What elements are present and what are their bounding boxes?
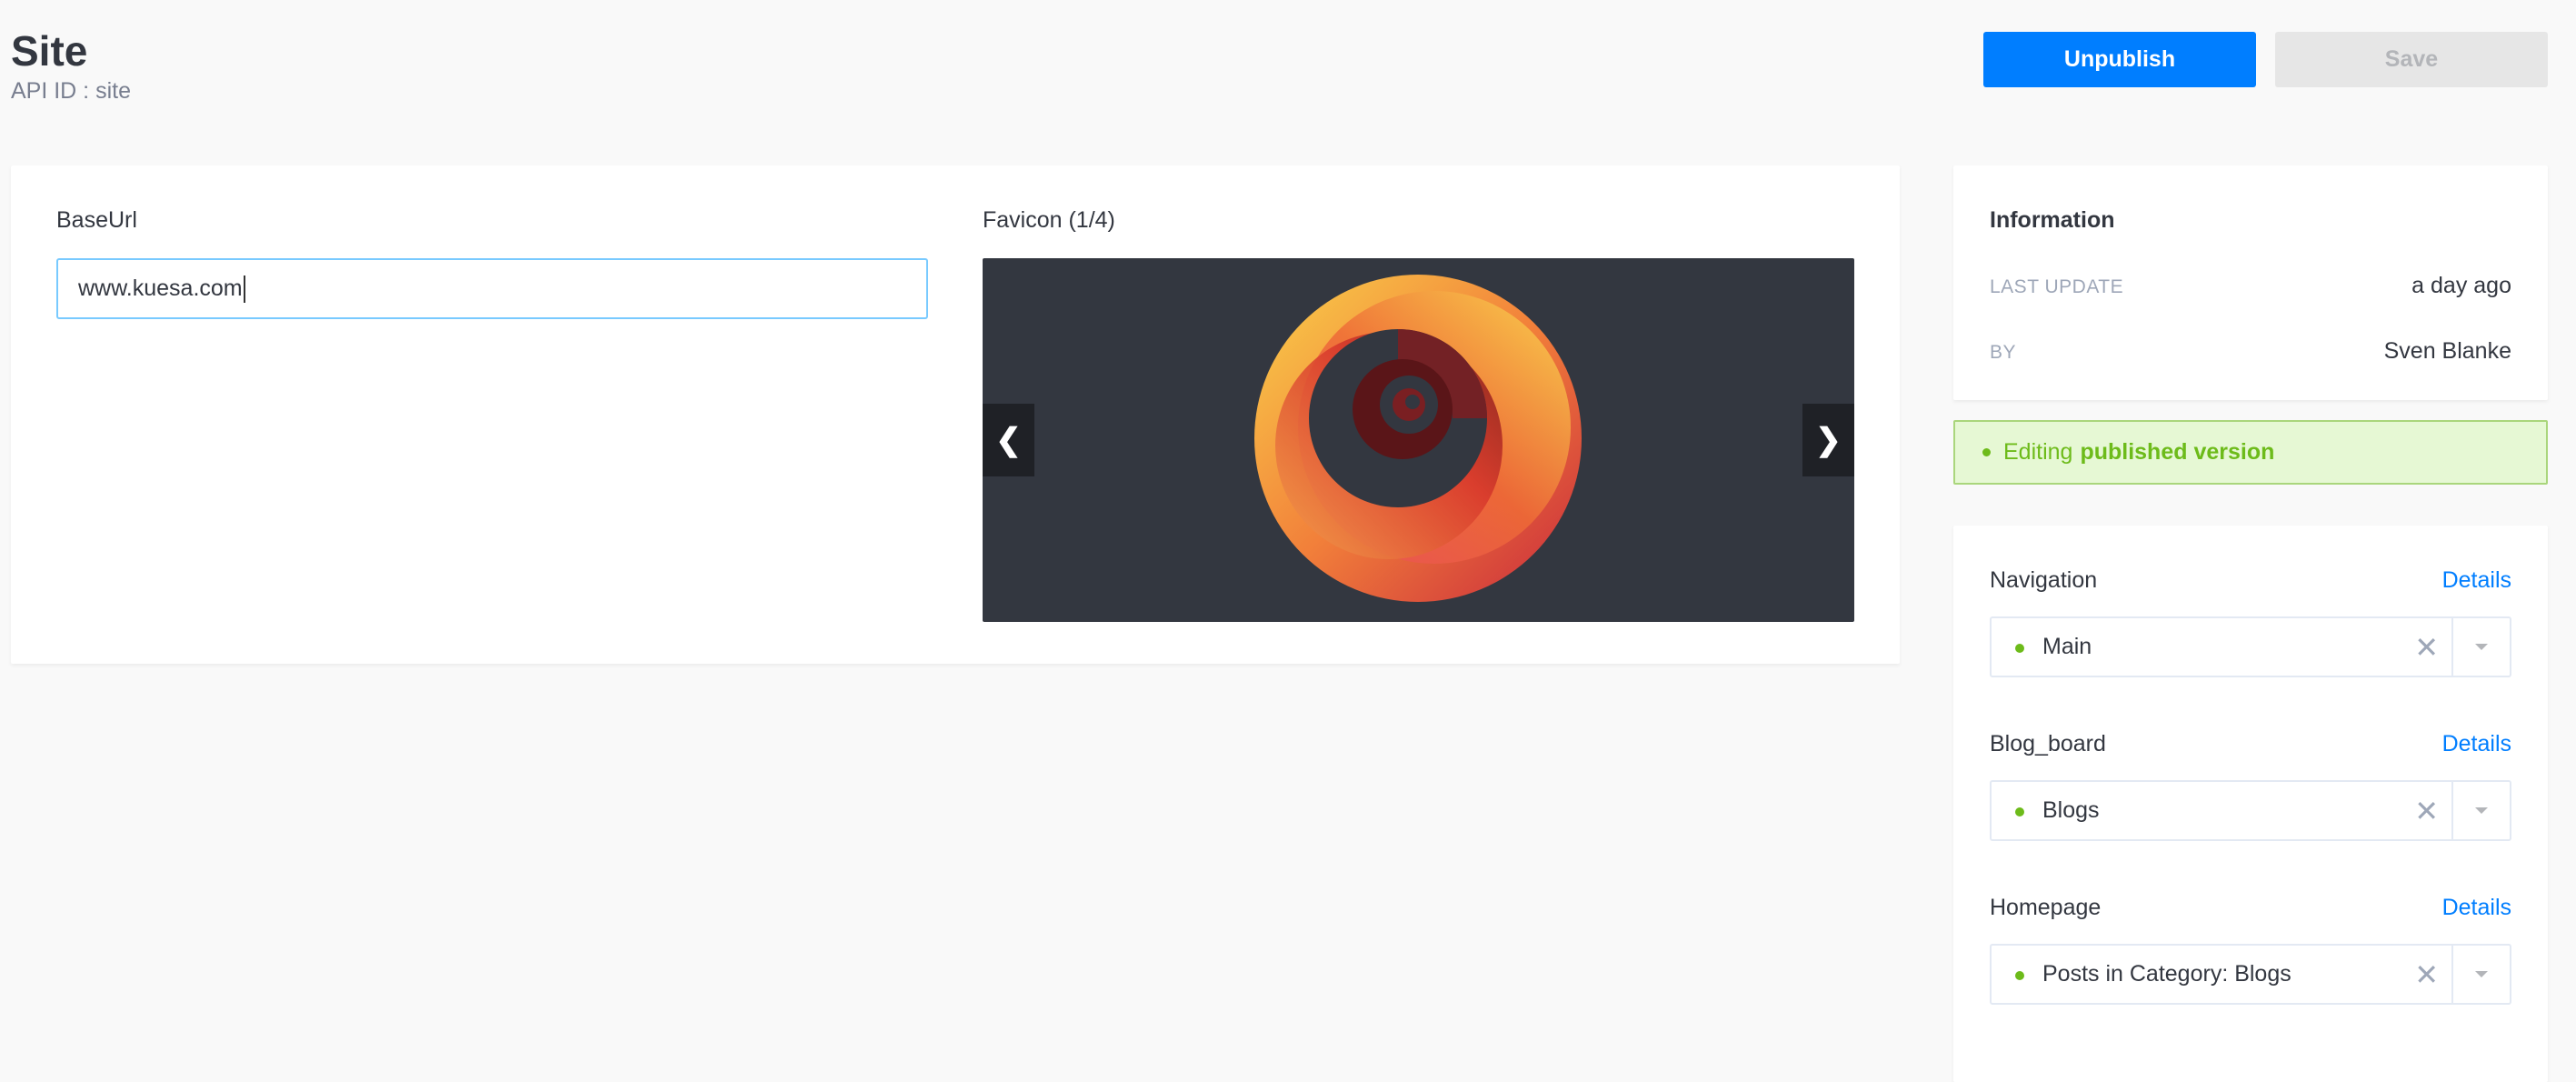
navigation-select-value: Main <box>2042 634 2092 659</box>
author-value: Sven Blanke <box>2383 338 2511 364</box>
content-form-card: BaseUrl www.kuesa.com Favicon (1/4) ❮ ❯ <box>11 165 1900 664</box>
status-highlight: published version <box>2080 439 2275 465</box>
baseurl-label: BaseUrl <box>56 207 137 233</box>
text-caret <box>243 275 245 303</box>
published-dot-icon <box>2015 644 2024 653</box>
published-dot-icon <box>2015 971 2024 980</box>
save-button[interactable]: Save <box>2275 32 2548 87</box>
relation-label-blog-board: Blog_board <box>1990 731 2106 756</box>
favicon-label: Favicon (1/4) <box>983 207 1115 233</box>
blog-board-details-link[interactable]: Details <box>2442 731 2511 757</box>
baseurl-value: www.kuesa.com <box>78 276 243 301</box>
clear-icon[interactable]: ✕ <box>2414 629 2439 666</box>
relation-label-navigation: Navigation <box>1990 567 2098 593</box>
author-label: BY <box>1990 342 2017 363</box>
status-dot-icon <box>1982 448 1991 456</box>
status-prefix: Editing <box>2003 439 2073 465</box>
homepage-select[interactable]: Posts in Category: Blogs ✕ <box>1990 944 2511 1005</box>
chevron-left-icon[interactable]: ❮ <box>983 404 1034 476</box>
homepage-select-value: Posts in Category: Blogs <box>2042 961 2291 987</box>
chevron-down-icon[interactable] <box>2453 782 2510 839</box>
favicon-viewer: ❮ ❯ <box>983 258 1854 622</box>
information-title: Information <box>1990 207 2115 233</box>
last-update-label: LAST UPDATE <box>1990 276 2124 297</box>
favicon-image <box>1254 275 1582 602</box>
relations-card: Navigation Details Main ✕ Blog_board Det… <box>1953 526 2548 1082</box>
chevron-right-icon[interactable]: ❯ <box>1802 404 1854 476</box>
page-header: Site API ID : site <box>11 25 131 105</box>
last-update-value: a day ago <box>2411 273 2511 298</box>
information-card: Information LAST UPDATE a day ago BY Sve… <box>1953 165 2548 400</box>
unpublish-button[interactable]: Unpublish <box>1983 32 2256 87</box>
page-title: Site <box>11 27 88 75</box>
clear-icon[interactable]: ✕ <box>2414 957 2439 993</box>
baseurl-input[interactable]: www.kuesa.com <box>56 258 928 319</box>
api-id: API ID : site <box>11 78 131 104</box>
homepage-details-link[interactable]: Details <box>2442 895 2511 921</box>
blog-board-select-value: Blogs <box>2042 797 2100 823</box>
navigation-details-link[interactable]: Details <box>2442 567 2511 594</box>
chevron-down-icon[interactable] <box>2453 618 2510 676</box>
chevron-down-icon[interactable] <box>2453 946 2510 1003</box>
blog-board-select[interactable]: Blogs ✕ <box>1990 780 2511 841</box>
published-dot-icon <box>2015 807 2024 817</box>
navigation-select[interactable]: Main ✕ <box>1990 616 2511 677</box>
publication-status-banner: Editing published version <box>1953 420 2548 485</box>
clear-icon[interactable]: ✕ <box>2414 793 2439 829</box>
relation-label-homepage: Homepage <box>1990 895 2102 920</box>
